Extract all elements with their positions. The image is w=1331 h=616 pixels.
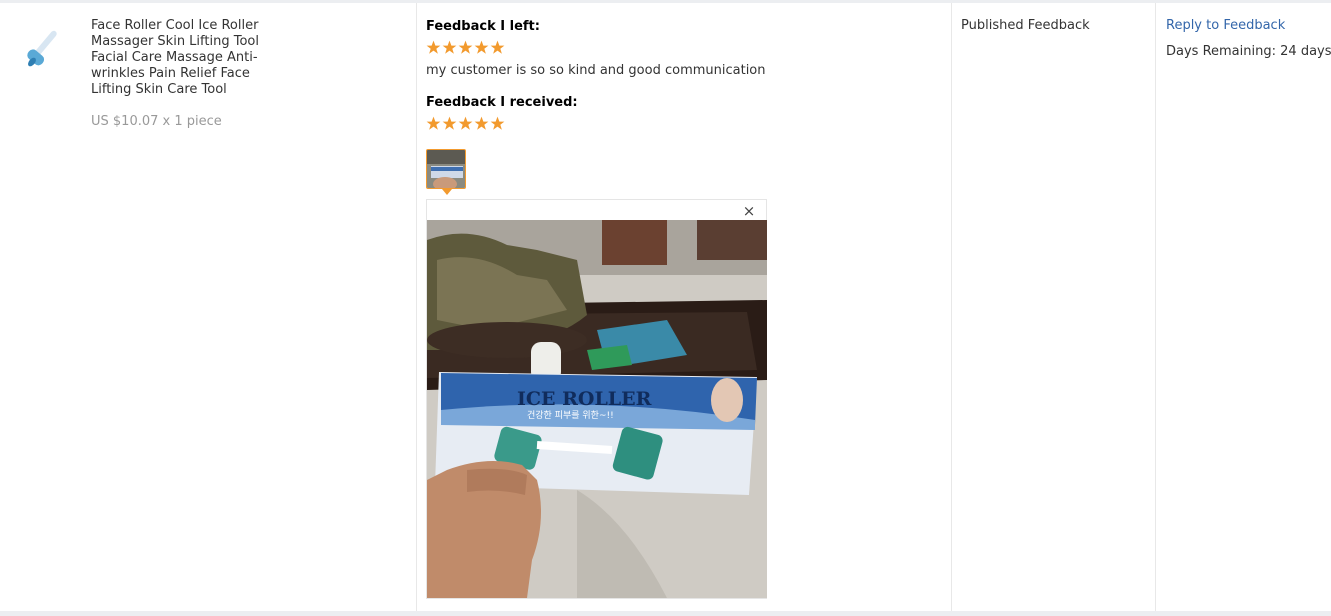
close-photo-button[interactable]: ×	[741, 202, 757, 220]
feedback-received-stars	[426, 116, 505, 132]
product-thumbnail[interactable]	[24, 24, 72, 72]
column-divider	[416, 3, 417, 611]
feedback-photo-thumbnail[interactable]	[426, 149, 466, 189]
feedback-left-stars	[426, 40, 505, 56]
column-divider	[951, 3, 952, 611]
row-top-border	[0, 0, 1331, 3]
product-price: US $10.07 x 1 piece	[91, 114, 222, 129]
product-title[interactable]: Face Roller Cool Ice Roller Massager Ski…	[91, 18, 281, 98]
star-icon	[474, 116, 489, 130]
star-icon	[442, 40, 457, 54]
days-remaining: Days Remaining: 24 days	[1166, 44, 1331, 59]
star-icon	[442, 116, 457, 130]
star-icon	[490, 116, 505, 130]
ice-roller-icon	[27, 30, 57, 67]
days-remaining-value: 24 days	[1280, 44, 1331, 59]
star-icon	[426, 40, 441, 54]
photo-thumbnail-image	[427, 150, 465, 188]
reply-to-feedback-link[interactable]: Reply to Feedback	[1166, 18, 1285, 33]
star-icon	[490, 40, 505, 54]
feedback-left-heading: Feedback I left:	[426, 19, 540, 34]
feedback-left-text: my customer is so so kind and good commu…	[426, 63, 766, 78]
thumbnail-selected-caret	[442, 189, 452, 195]
feedback-photo-large: ICE ROLLER 건강한 피부를 위한~!!	[427, 220, 767, 598]
days-remaining-label: Days Remaining:	[1166, 44, 1276, 59]
feedback-received-heading: Feedback I received:	[426, 95, 578, 110]
row-bottom-border	[0, 611, 1331, 616]
ice-roller-box-photo: ICE ROLLER 건강한 피부를 위한~!!	[427, 220, 767, 598]
star-icon	[458, 116, 473, 130]
feedback-status: Published Feedback	[961, 18, 1090, 33]
star-icon	[474, 40, 489, 54]
box-brand-text: ICE ROLLER	[517, 388, 652, 410]
star-icon	[426, 116, 441, 130]
star-icon	[458, 40, 473, 54]
box-korean-text: 건강한 피부를 위한~!!	[527, 410, 614, 421]
column-divider	[1155, 3, 1156, 611]
